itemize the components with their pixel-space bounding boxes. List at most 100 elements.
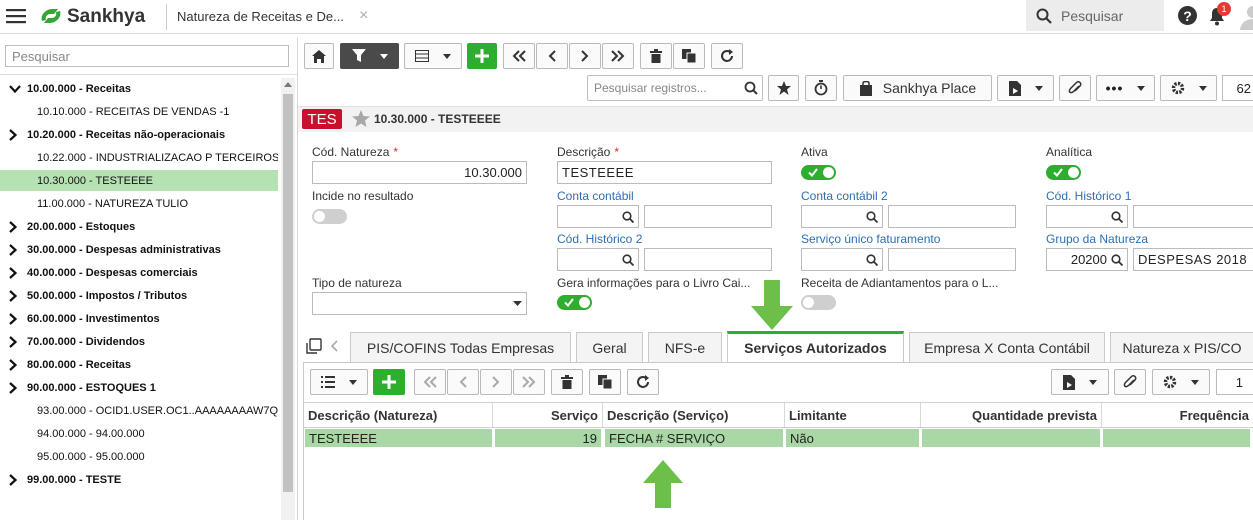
export-button[interactable] bbox=[997, 75, 1054, 101]
previous-record-button[interactable] bbox=[536, 43, 568, 69]
tab-empresa-conta-contabil[interactable]: Empresa X Conta Contábil bbox=[909, 332, 1105, 362]
duplicate-button[interactable] bbox=[673, 43, 705, 69]
add-button[interactable] bbox=[467, 43, 497, 69]
help-icon[interactable]: ? bbox=[1178, 6, 1197, 25]
cod-historico-2-label[interactable]: Cód. Histórico 2 bbox=[557, 232, 642, 246]
search-records-input[interactable]: Pesquisar registros... bbox=[587, 75, 763, 101]
column-header-servico[interactable]: Serviço bbox=[493, 403, 603, 427]
delete-button[interactable] bbox=[640, 43, 672, 69]
grid-first-button[interactable] bbox=[414, 369, 446, 395]
chevron-right-icon[interactable] bbox=[9, 312, 23, 325]
tree-item[interactable]: 95.00.000 - 95.00.000 bbox=[0, 446, 278, 467]
tree-item[interactable]: 70.00.000 - Dividendos bbox=[0, 331, 278, 352]
conta-contabil-2-label[interactable]: Conta contábil 2 bbox=[801, 189, 888, 203]
hamburger-menu-icon[interactable] bbox=[6, 8, 26, 24]
grid-previous-button[interactable] bbox=[447, 369, 479, 395]
chevron-right-icon[interactable] bbox=[9, 335, 23, 348]
tipo-natureza-select[interactable] bbox=[312, 292, 527, 315]
cod-historico-2-code-field[interactable] bbox=[557, 248, 639, 271]
tree-item[interactable]: 10.00.000 - Receitas bbox=[0, 78, 278, 99]
grid-view-button[interactable] bbox=[404, 43, 462, 69]
conta-contabil-code-field[interactable] bbox=[557, 205, 639, 228]
refresh-button[interactable] bbox=[711, 43, 743, 69]
page-tab-title[interactable]: Natureza de Receitas e De... bbox=[177, 9, 344, 24]
chevron-right-icon[interactable] bbox=[9, 358, 23, 371]
tree-item[interactable]: 20.00.000 - Estoques bbox=[0, 216, 278, 237]
incide-resultado-toggle[interactable] bbox=[312, 209, 347, 224]
sidebar-scrollbar[interactable] bbox=[281, 78, 295, 520]
grupo-natureza-code-field[interactable]: 20200 bbox=[1046, 248, 1128, 271]
grid-settings-button[interactable] bbox=[1152, 369, 1210, 395]
grid-next-button[interactable] bbox=[480, 369, 512, 395]
cod-historico-1-code-field[interactable] bbox=[1046, 205, 1128, 228]
tab-servicos-autorizados[interactable]: Serviços Autorizados bbox=[727, 331, 904, 362]
global-search[interactable]: Pesquisar bbox=[1026, 0, 1164, 31]
table-cell[interactable] bbox=[922, 429, 1101, 447]
last-record-button[interactable] bbox=[602, 43, 634, 69]
search-icon[interactable] bbox=[1111, 210, 1123, 223]
chevron-down-icon[interactable] bbox=[9, 84, 23, 93]
tree-item[interactable]: 99.00.000 - TESTE bbox=[0, 469, 278, 490]
close-tab-icon[interactable]: × bbox=[359, 7, 368, 25]
tree-item[interactable]: 93.00.000 - OCID1.USER.OC1..AAAAAAAAW7Q6… bbox=[0, 400, 278, 421]
tree-item[interactable]: 50.00.000 - Impostos / Tributos bbox=[0, 285, 278, 306]
tab-natureza-pis[interactable]: Natureza x PIS/CO bbox=[1110, 332, 1253, 362]
analitica-toggle[interactable] bbox=[1046, 165, 1081, 180]
search-icon[interactable] bbox=[622, 253, 634, 266]
ativa-toggle[interactable] bbox=[801, 165, 836, 180]
sidebar-search-input[interactable]: Pesquisar bbox=[5, 45, 289, 67]
user-avatar-icon[interactable] bbox=[1240, 4, 1253, 30]
grid-delete-button[interactable] bbox=[551, 369, 583, 395]
search-icon[interactable] bbox=[866, 253, 878, 266]
table-cell[interactable] bbox=[1103, 429, 1251, 447]
timer-button[interactable] bbox=[805, 75, 837, 101]
search-icon[interactable] bbox=[1111, 253, 1123, 266]
scrollbar-thumb[interactable] bbox=[283, 94, 293, 492]
tree-item[interactable]: 10.20.000 - Receitas não-operacionais bbox=[0, 124, 278, 145]
grid-refresh-button[interactable] bbox=[627, 369, 659, 395]
star-icon[interactable] bbox=[352, 110, 370, 127]
grupo-natureza-label[interactable]: Grupo da Natureza bbox=[1046, 232, 1148, 246]
tree-item[interactable]: 10.22.000 - INDUSTRIALIZACAO P TERCEIROS bbox=[0, 147, 278, 168]
column-header-frequencia[interactable]: Frequência bbox=[1102, 403, 1253, 427]
chevron-right-icon[interactable] bbox=[9, 289, 23, 302]
scroll-up-arrow-icon[interactable] bbox=[281, 78, 295, 91]
descricao-field[interactable]: TESTEEEE bbox=[557, 161, 772, 184]
tree-item[interactable]: 60.00.000 - Investimentos bbox=[0, 308, 278, 329]
tree-item[interactable]: 80.00.000 - Receitas bbox=[0, 354, 278, 375]
tree-item[interactable]: 30.00.000 - Despesas administrativas bbox=[0, 239, 278, 260]
conta-contabil-2-code-field[interactable] bbox=[801, 205, 883, 228]
chevron-right-icon[interactable] bbox=[9, 220, 23, 233]
home-button[interactable] bbox=[304, 43, 334, 69]
favorite-button[interactable] bbox=[768, 75, 799, 101]
tree-item[interactable]: 94.00.000 - 94.00.000 bbox=[0, 423, 278, 444]
settings-button[interactable] bbox=[1160, 75, 1217, 101]
tab-nfse[interactable]: NFS-e bbox=[648, 332, 722, 362]
chevron-right-icon[interactable] bbox=[9, 243, 23, 256]
tab-pis-cofins[interactable]: PIS/COFINS Todas Empresas bbox=[350, 332, 571, 362]
column-header-limitante[interactable]: Limitante bbox=[785, 403, 921, 427]
column-header-quantidade-prevista[interactable]: Quantidade prevista bbox=[921, 403, 1102, 427]
grid-columns-button[interactable] bbox=[310, 369, 368, 395]
table-cell[interactable]: FECHA # SERVIÇO bbox=[605, 429, 784, 447]
next-record-button[interactable] bbox=[569, 43, 601, 69]
grid-page-number-input[interactable]: 1 bbox=[1216, 369, 1253, 395]
servico-unico-label[interactable]: Serviço único faturamento bbox=[801, 232, 940, 246]
more-options-button[interactable]: ••• bbox=[1096, 75, 1155, 101]
tree-item[interactable]: 90.00.000 - ESTOQUES 1 bbox=[0, 377, 278, 398]
sankhya-place-button[interactable]: Sankhya Place bbox=[843, 75, 992, 101]
grid-add-button[interactable] bbox=[373, 369, 405, 395]
chevron-right-icon[interactable] bbox=[9, 128, 23, 141]
grid-attachment-button[interactable] bbox=[1114, 369, 1146, 395]
chevron-right-icon[interactable] bbox=[9, 381, 23, 394]
filter-button[interactable] bbox=[340, 43, 399, 69]
grid-export-button[interactable] bbox=[1051, 369, 1109, 395]
tree-item[interactable]: 10.30.000 - TESTEEEE bbox=[0, 170, 278, 191]
collapse-tabs-icon[interactable] bbox=[306, 338, 322, 354]
receita-adiantamentos-toggle[interactable] bbox=[801, 295, 836, 310]
tree-item[interactable]: 11.00.000 - NATUREZA TULIO bbox=[0, 193, 278, 214]
search-icon[interactable] bbox=[866, 210, 878, 223]
cod-natureza-field[interactable]: 10.30.000 bbox=[312, 161, 527, 184]
table-cell[interactable]: Não bbox=[786, 429, 920, 447]
table-cell[interactable]: 19 bbox=[495, 429, 602, 447]
